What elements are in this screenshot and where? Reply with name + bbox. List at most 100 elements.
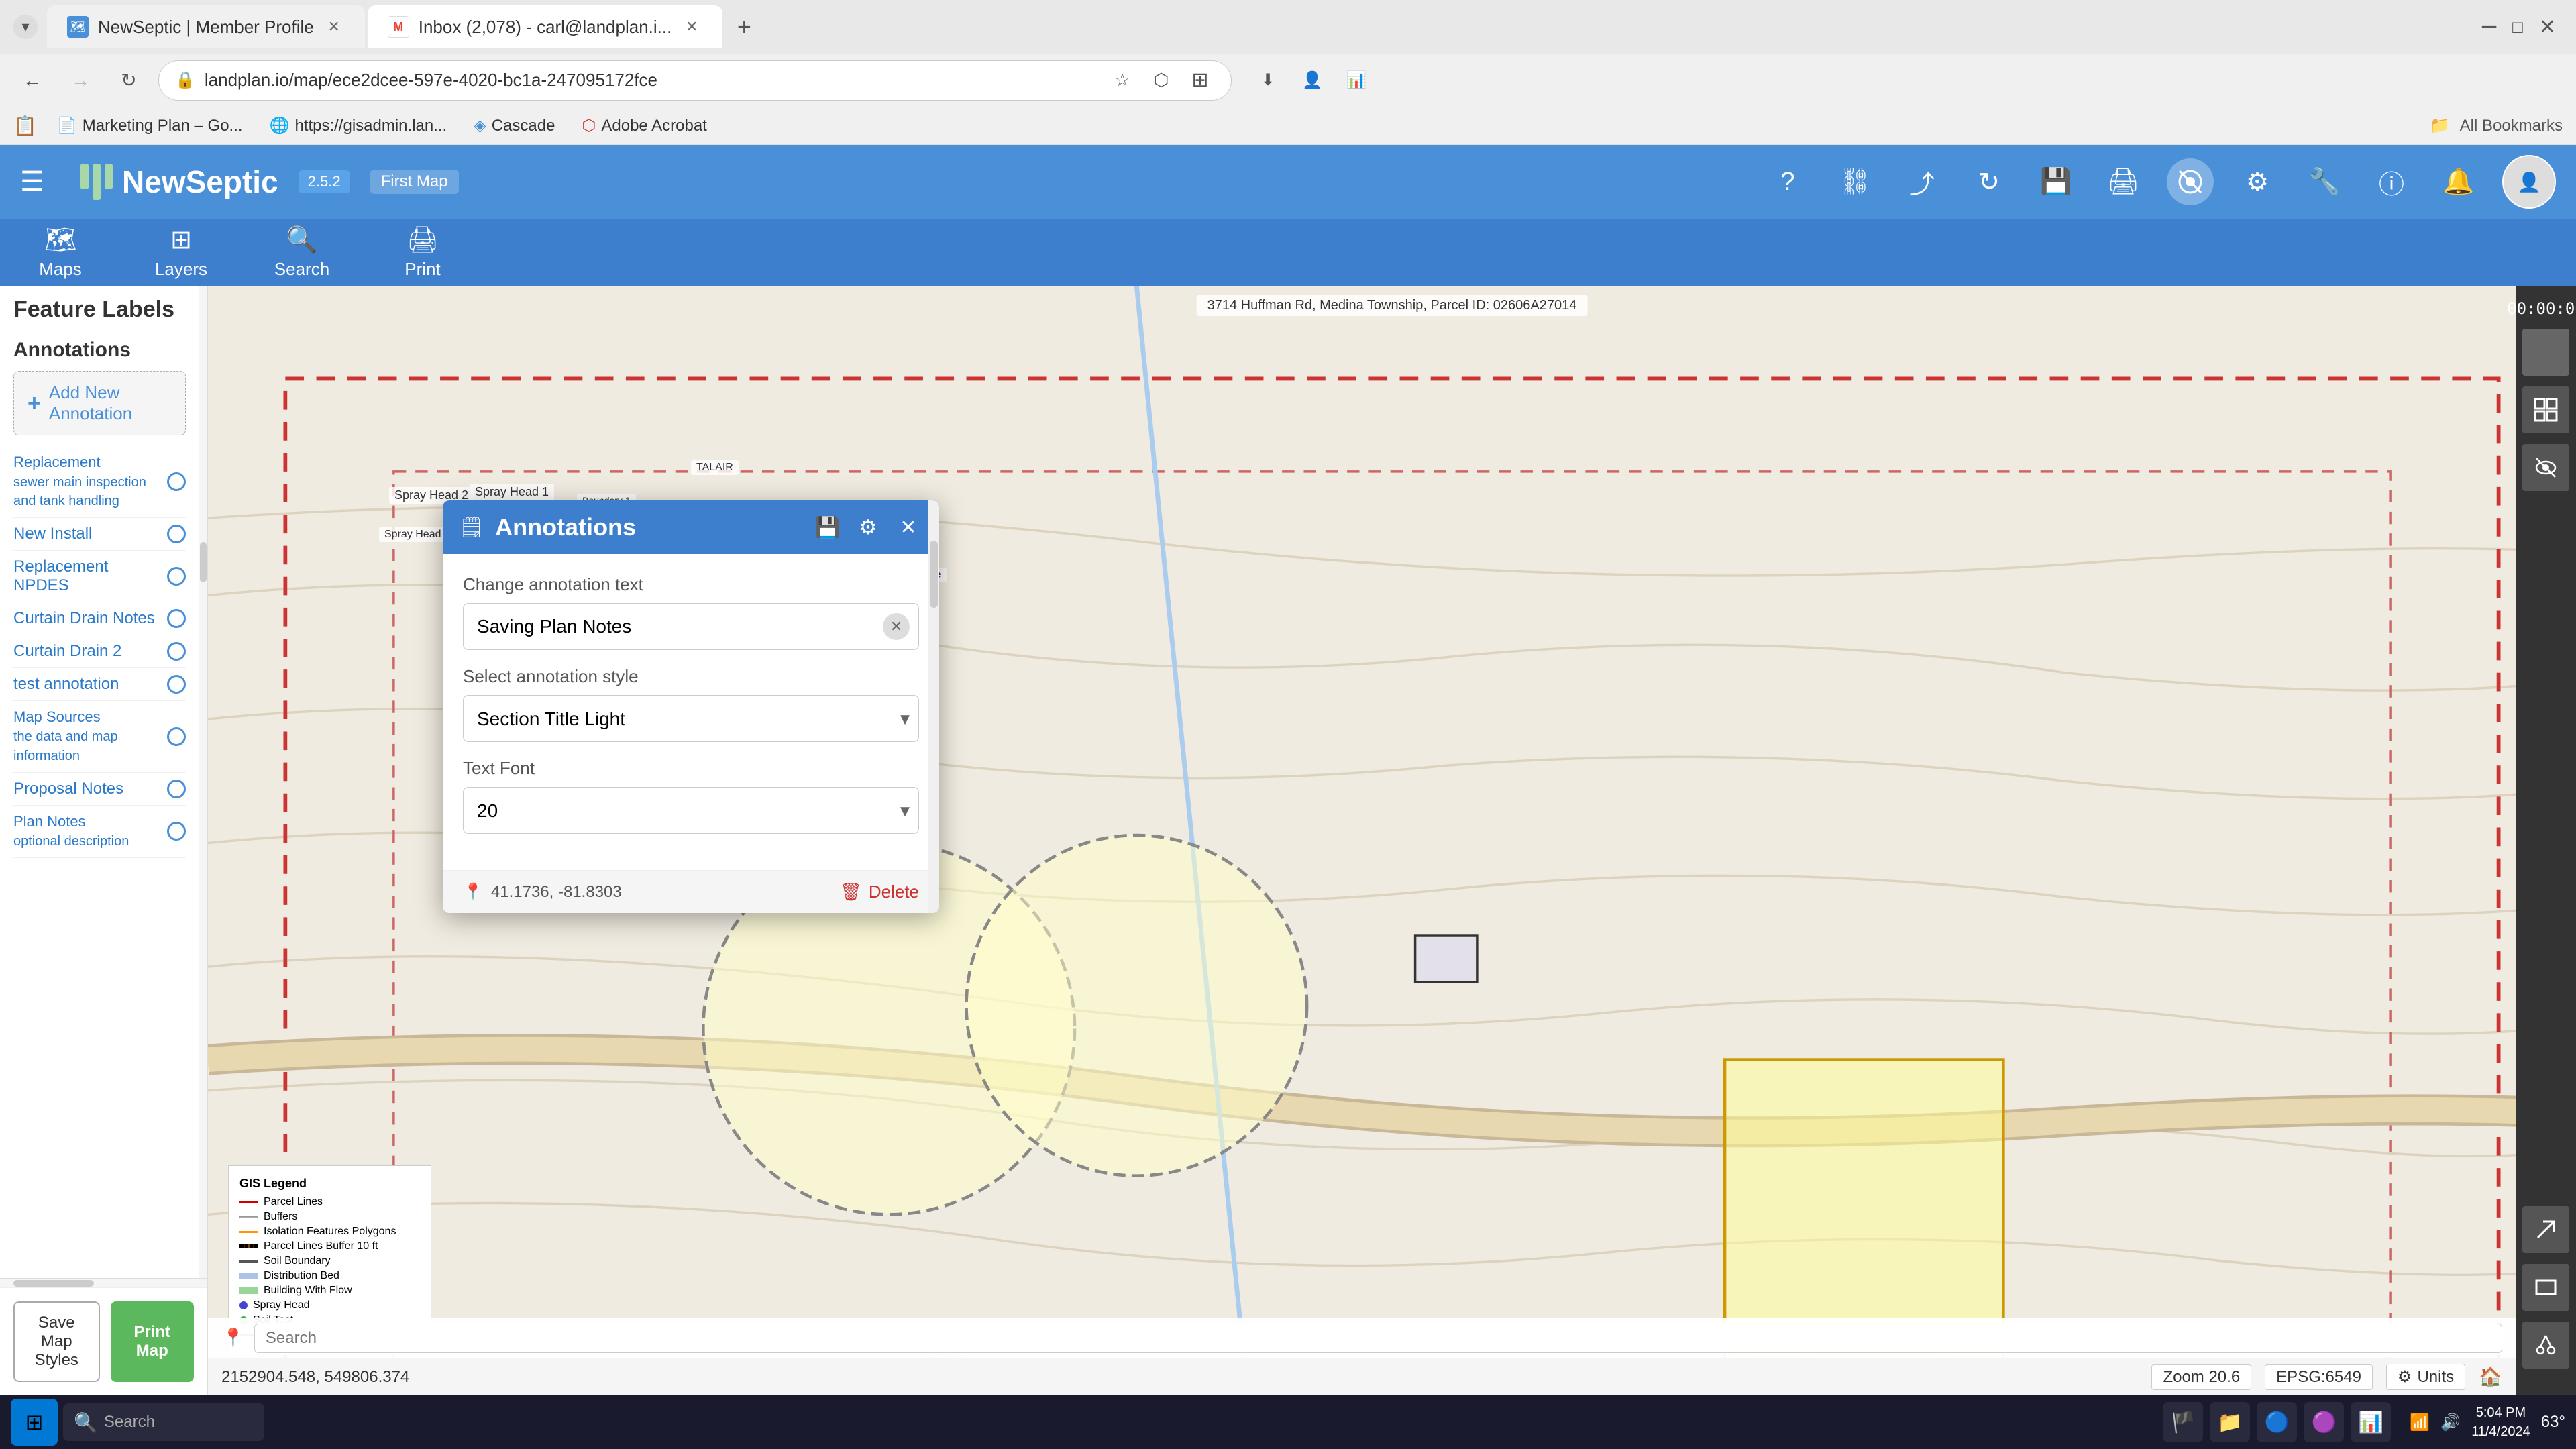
ext-bar-icon[interactable]: 📊	[1338, 62, 1375, 99]
dialog-body: Change annotation text ✕ Select annotati…	[443, 554, 939, 870]
annotation-item-2[interactable]: New Install	[13, 518, 186, 551]
forward-button[interactable]: →	[62, 62, 99, 99]
taskbar-app-1[interactable]: 🏴	[2163, 1402, 2203, 1442]
coords-bar: 2152904.548, 549806.374 Zoom 20.6 EPSG:6…	[208, 1358, 2516, 1395]
tray-volume[interactable]: 🔊	[2440, 1413, 2461, 1432]
dialog-scrollbar[interactable]	[928, 500, 939, 913]
help-button[interactable]: ?	[1764, 158, 1811, 205]
search-taskbar[interactable]: 🔍 Search	[63, 1403, 264, 1441]
link-button[interactable]: ⛓	[1831, 158, 1878, 205]
bookmark-3[interactable]: ◈ Cascade	[467, 113, 561, 138]
annotation-item-9[interactable]: Plan Notesoptional description	[13, 806, 186, 858]
clock-time: 5:04 PM	[2476, 1403, 2526, 1422]
nav-item-print[interactable]: 🖨 Print	[362, 219, 483, 286]
home-map-btn[interactable]: 🏠	[2479, 1366, 2502, 1388]
settings-button[interactable]: ⚙	[2234, 158, 2281, 205]
map-name-badge[interactable]: First Map	[370, 170, 459, 194]
maximize-button[interactable]: □	[2512, 17, 2523, 38]
tab-control-btn[interactable]: ▾	[13, 15, 38, 39]
notifications-button[interactable]: 🔔	[2435, 158, 2482, 205]
taskbar-app-5[interactable]: 📊	[2351, 1402, 2391, 1442]
font-select[interactable]: 20 16 24 28	[463, 787, 919, 834]
bookmark-1[interactable]: 📄 Marketing Plan – Go...	[50, 113, 250, 138]
screen-cast-icon[interactable]: ⬡	[1146, 66, 1176, 95]
bookmark-4[interactable]: ⬡ Adobe Acrobat	[575, 113, 713, 138]
legend-item-3: Isolation Features Polygons	[239, 1226, 420, 1238]
reading-list-icon[interactable]: 📋	[13, 115, 37, 137]
annotation-text-input[interactable]	[463, 603, 919, 650]
eye-button[interactable]	[2167, 158, 2214, 205]
bookmarks-all[interactable]: 📁 All Bookmarks	[2430, 116, 2563, 136]
lock-icon: 🔒	[175, 70, 195, 90]
sync-button[interactable]: ↻	[1966, 158, 2012, 205]
map-area[interactable]: 3714 Huffman Rd, Medina Township, Parcel…	[208, 286, 2576, 1395]
tools-button[interactable]: 🔧	[2301, 158, 2348, 205]
bookmark-2[interactable]: 🌐 https://gisadmin.lan...	[263, 113, 454, 138]
plus-icon: +	[28, 390, 41, 417]
dialog-font-label: Text Font	[463, 758, 919, 779]
annotation-5-dot	[167, 642, 186, 661]
save-button[interactable]: 💾	[2033, 158, 2080, 205]
refresh-button[interactable]: ↻	[110, 62, 148, 99]
nav-item-maps[interactable]: 🗺 Maps	[0, 219, 121, 286]
user-avatar[interactable]: 👤	[2502, 155, 2556, 209]
sidebar-scrollbar[interactable]	[199, 286, 207, 1278]
annotations-section: Annotations + Add New Annotation Replace…	[13, 339, 186, 858]
add-annotation-button[interactable]: + Add New Annotation	[13, 371, 186, 435]
taskbar-app-2[interactable]: 📁	[2210, 1402, 2250, 1442]
coords-text: 2152904.548, 549806.374	[221, 1368, 409, 1387]
map-arrow-btn[interactable]	[2522, 1206, 2569, 1253]
dialog-coords-text: 41.1736, -81.8303	[491, 883, 622, 902]
tab-1-close[interactable]: ✕	[323, 16, 345, 38]
taskbar-app-3[interactable]: 🔵	[2257, 1402, 2297, 1442]
nav-item-layers[interactable]: ⊞ Layers	[121, 219, 241, 286]
tray-wifi[interactable]: 📶	[2410, 1413, 2430, 1432]
print-header-button[interactable]: 🖨	[2100, 158, 2147, 205]
address-bar[interactable]: 🔒 landplan.io/map/ece2dcee-597e-4020-bc1…	[158, 60, 1232, 101]
tab-2-close[interactable]: ✕	[681, 16, 702, 38]
close-window-button[interactable]: ✕	[2539, 15, 2556, 39]
annotation-5-name: Curtain Drain 2	[13, 642, 167, 661]
map-eye-off-btn[interactable]	[2522, 444, 2569, 491]
annotation-item-8[interactable]: Proposal Notes	[13, 773, 186, 806]
search-input[interactable]	[254, 1324, 2502, 1353]
profile-icon[interactable]: ⊞	[1185, 66, 1215, 95]
dialog-close-btn[interactable]: ✕	[894, 513, 923, 542]
save-map-styles-button[interactable]: Save Map Styles	[13, 1301, 100, 1382]
tab-2[interactable]: M Inbox (2,078) - carl@landplan.i... ✕	[368, 5, 723, 48]
map-fullscreen-btn[interactable]	[2522, 386, 2569, 433]
annotation-item-3[interactable]: Replacement NPDES	[13, 551, 186, 602]
annotation-item-4[interactable]: Curtain Drain Notes	[13, 602, 186, 635]
annotation-style-select[interactable]: Section Title Light Section Title Dark B…	[463, 695, 919, 742]
print-map-button[interactable]: Print Map	[111, 1301, 195, 1382]
units-badge[interactable]: ⚙ Units	[2386, 1364, 2465, 1390]
bookmark-star-icon[interactable]: ☆	[1108, 66, 1137, 95]
info-button[interactable]: ⓘ	[2368, 158, 2415, 205]
annotation-item-6[interactable]: test annotation	[13, 668, 186, 701]
nav-item-search[interactable]: 🔍 Search	[241, 219, 362, 286]
map-rect-btn[interactable]	[2522, 1264, 2569, 1311]
tab-1[interactable]: 🗺 NewSeptic | Member Profile ✕	[47, 5, 365, 48]
new-tab-button[interactable]: +	[725, 8, 763, 46]
sidebar-hscrollbar[interactable]	[0, 1278, 207, 1287]
dialog-clear-btn[interactable]: ✕	[883, 613, 910, 640]
annotation-item-1[interactable]: Replacementsewer main inspection and tan…	[13, 446, 186, 518]
app-name: NewSeptic	[122, 164, 278, 200]
annotation-item-5[interactable]: Curtain Drain 2	[13, 635, 186, 668]
start-button[interactable]: ⊞	[11, 1399, 58, 1446]
print-label: Print	[405, 259, 440, 280]
back-button[interactable]: ←	[13, 62, 51, 99]
ext-user-icon[interactable]: 👤	[1293, 62, 1331, 99]
tray-weather[interactable]: 63°	[2541, 1413, 2565, 1432]
hamburger-button[interactable]: ☰	[20, 166, 60, 197]
share-button[interactable]: ⤴	[1898, 158, 1945, 205]
legend-color-1	[239, 1201, 258, 1203]
dialog-settings-icon-btn[interactable]: ⚙	[853, 513, 883, 542]
dialog-save-icon-btn[interactable]: 💾	[813, 513, 843, 542]
ext-download-icon[interactable]: ⬇	[1249, 62, 1287, 99]
taskbar-app-4[interactable]: 🟣	[2304, 1402, 2344, 1442]
map-cut-btn[interactable]	[2522, 1322, 2569, 1368]
minimize-button[interactable]: ─	[2482, 15, 2496, 38]
annotation-item-7[interactable]: Map Sourcesthe data and map information	[13, 701, 186, 773]
dialog-delete-btn[interactable]: 🗑 Delete	[840, 881, 919, 902]
